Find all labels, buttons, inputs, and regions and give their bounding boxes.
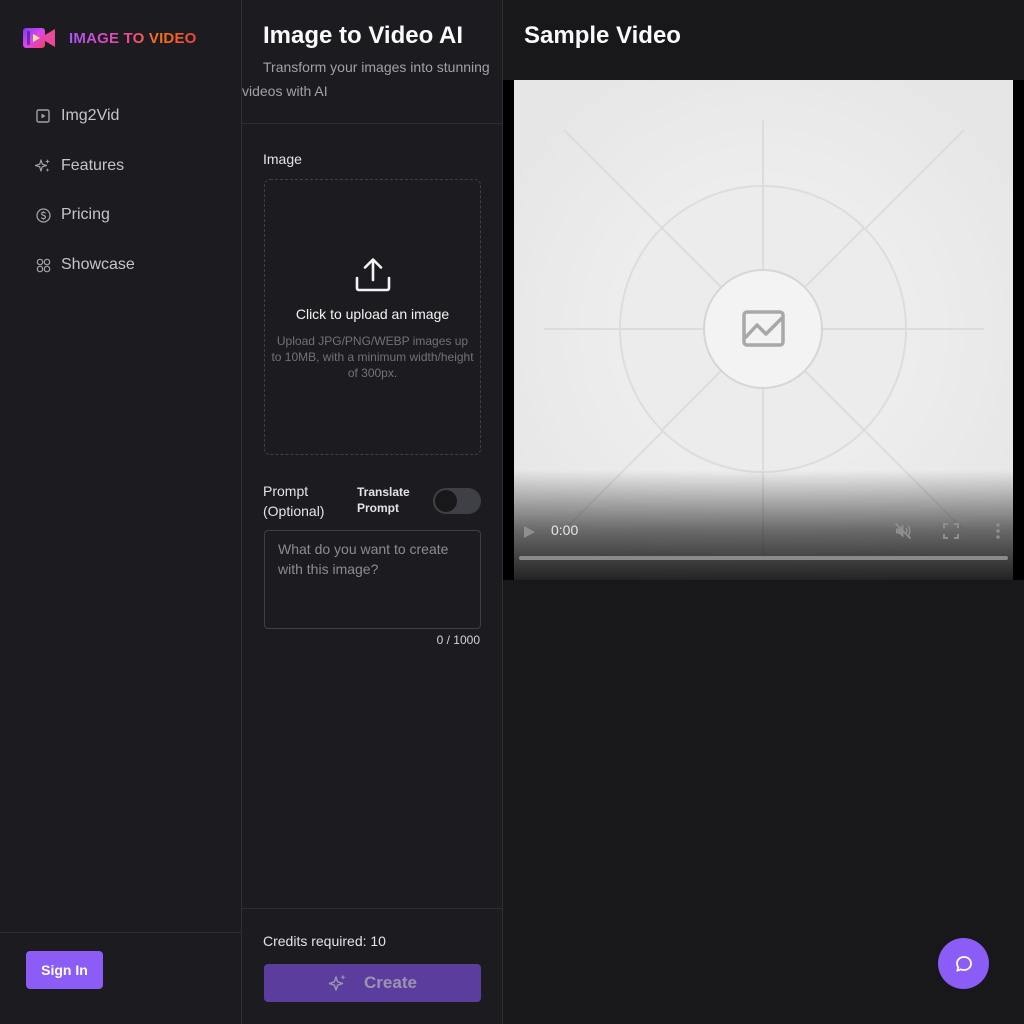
brand-name: IMAGE TO VIDEO bbox=[69, 29, 197, 47]
more-options-icon[interactable] bbox=[994, 522, 1002, 540]
grid-icon bbox=[34, 256, 52, 274]
sidebar-item-label: Pricing bbox=[61, 206, 110, 224]
create-button-label: Create bbox=[364, 973, 417, 992]
sidebar-item-img2vid[interactable]: Img2Vid bbox=[34, 104, 135, 128]
sidebar-footer: Sign In bbox=[0, 932, 241, 1024]
video-frame: 0:00 bbox=[514, 80, 1013, 580]
toggle-knob bbox=[435, 490, 457, 512]
upload-title: Click to upload an image bbox=[295, 306, 450, 322]
fullscreen-icon[interactable] bbox=[943, 523, 959, 539]
upload-hint: Upload JPG/PNG/WEBP images up to 10MB, w… bbox=[271, 334, 474, 380]
sidebar-item-label: Features bbox=[61, 156, 125, 174]
brand-logo[interactable]: IMAGE TO VIDEO bbox=[22, 24, 197, 52]
video-progress-bar[interactable] bbox=[519, 556, 1008, 560]
image-upload-dropzone[interactable]: Click to upload an image Upload JPG/PNG/… bbox=[264, 179, 481, 455]
video-camera-logo-icon bbox=[23, 28, 55, 48]
upload-icon bbox=[355, 258, 391, 292]
sparkles-icon bbox=[34, 157, 52, 175]
sidebar-nav: Img2Vid Features Pricing Showcase bbox=[34, 104, 135, 303]
prompt-input[interactable] bbox=[264, 530, 481, 629]
video-time: 0:00 bbox=[551, 522, 579, 538]
chat-support-button[interactable] bbox=[938, 938, 989, 989]
panel-header: Image to Video AI Transform your images … bbox=[242, 0, 503, 124]
translate-prompt-toggle[interactable] bbox=[433, 488, 481, 514]
sidebar-item-features[interactable]: Features bbox=[34, 154, 135, 178]
page-subtitle: Transform your images into stunning vide… bbox=[242, 59, 490, 99]
panel-footer: Credits required: 10 Create bbox=[242, 908, 503, 1024]
sidebar-item-pricing[interactable]: Pricing bbox=[34, 203, 135, 227]
translate-prompt-label: Translate Prompt bbox=[357, 485, 410, 515]
play-square-icon bbox=[34, 107, 52, 125]
sample-video-section: Sample Video 0:00 bbox=[503, 0, 1024, 1024]
video-player[interactable]: 0:00 bbox=[503, 80, 1024, 580]
page-title: Image to Video AI bbox=[263, 22, 464, 49]
sidebar-item-label: Showcase bbox=[61, 256, 135, 274]
credits-required: Credits required: 10 bbox=[263, 933, 386, 949]
sparkles-icon bbox=[328, 974, 346, 991]
create-button[interactable]: Create bbox=[264, 964, 481, 1002]
sign-in-button[interactable]: Sign In bbox=[26, 951, 103, 989]
prompt-char-counter: 0 / 1000 bbox=[436, 633, 480, 647]
generator-panel: Image to Video AI Transform your images … bbox=[242, 0, 503, 1024]
sidebar-item-label: Img2Vid bbox=[61, 107, 120, 124]
dollar-circle-icon bbox=[34, 206, 52, 224]
play-icon[interactable] bbox=[522, 525, 536, 539]
mute-icon[interactable] bbox=[894, 522, 912, 540]
image-label: Image bbox=[263, 151, 302, 167]
sample-video-title: Sample Video bbox=[524, 22, 681, 49]
sidebar-item-showcase[interactable]: Showcase bbox=[34, 253, 135, 277]
video-controls: 0:00 bbox=[514, 470, 1013, 580]
chat-bubble-icon bbox=[955, 955, 972, 972]
prompt-label: Prompt (Optional) bbox=[263, 483, 325, 519]
sidebar: IMAGE TO VIDEO Img2Vid Features Pricing … bbox=[0, 0, 242, 1024]
